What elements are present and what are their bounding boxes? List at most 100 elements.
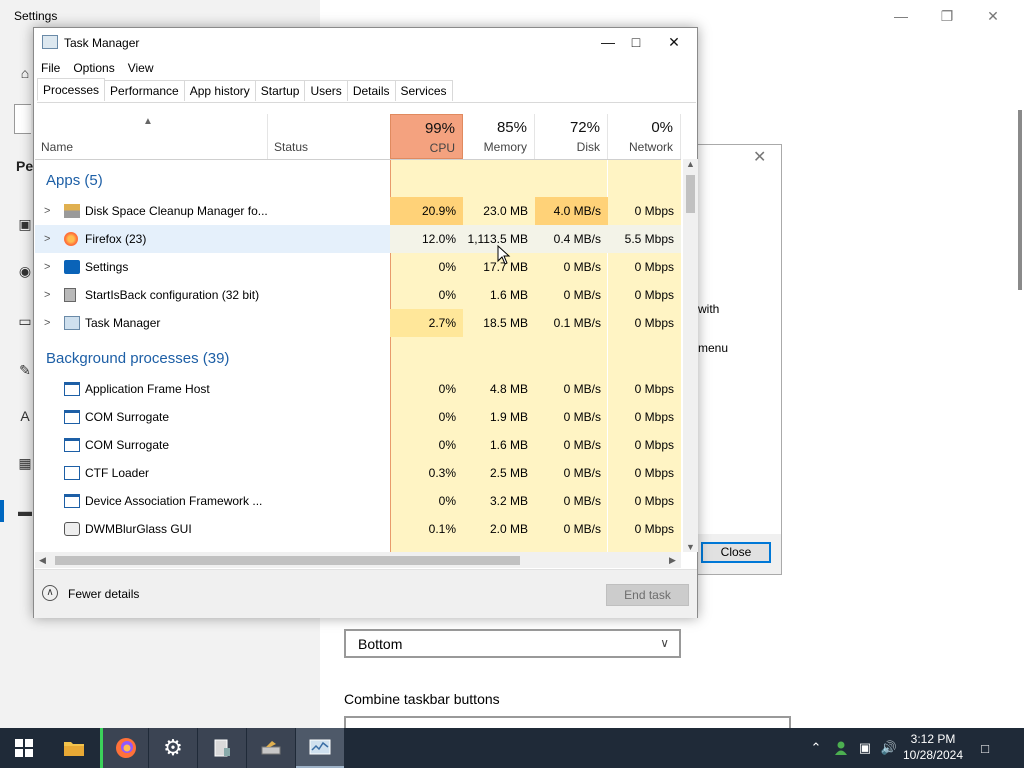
fewer-details-link[interactable]: Fewer details	[68, 587, 139, 601]
tab-services[interactable]: Services	[394, 80, 453, 101]
cpu-value: 0%	[438, 494, 456, 508]
process-table: ▲ Name Status 99% CPU 85% Memory 72% Dis…	[35, 114, 681, 552]
restore-icon[interactable]: ❐	[924, 4, 970, 28]
table-row[interactable]: Application Frame Host 0% 4.8 MB 0 MB/s 0 Mb…	[35, 375, 681, 403]
close-icon[interactable]: ✕	[970, 4, 1016, 28]
menu-file[interactable]: File	[34, 58, 66, 78]
column-name[interactable]: ▲ Name	[35, 114, 268, 159]
scroll-thumb[interactable]	[686, 175, 695, 213]
minimize-icon[interactable]: —	[878, 4, 924, 28]
green-tray-icon[interactable]	[832, 728, 850, 768]
network-label: Network	[628, 140, 673, 154]
process-name: StartIsBack configuration (32 bit)	[85, 288, 260, 302]
taskbar-location-dropdown[interactable]: Bottom ∨	[344, 629, 681, 658]
themes-icon[interactable]: ✎	[16, 362, 34, 378]
firefox-icon	[115, 738, 136, 758]
group-background[interactable]: Background processes (39)	[46, 345, 229, 373]
tab-performance[interactable]: Performance	[104, 80, 185, 101]
chevron-up-circle-icon[interactable]: ∧	[42, 585, 58, 601]
home-icon[interactable]: ⌂	[16, 65, 34, 81]
fonts-icon[interactable]: A	[16, 408, 34, 424]
footer: ∧ Fewer details End task	[34, 569, 697, 618]
memory-value: 4.8 MB	[489, 382, 528, 396]
hscroll-thumb[interactable]	[55, 556, 520, 565]
tab-processes[interactable]: Processes	[37, 78, 106, 101]
tab-startup[interactable]: Startup	[254, 80, 306, 101]
taskbar-settings-icon[interactable]: ▬	[16, 503, 34, 519]
close-icon[interactable]: ✕	[655, 28, 693, 58]
start-icon[interactable]: ▦	[16, 455, 34, 471]
mouse-pointer-icon	[497, 245, 511, 265]
settings-scrollbar[interactable]	[1016, 110, 1024, 290]
clock[interactable]: 3:12 PM 10/28/2024	[898, 731, 968, 763]
column-network[interactable]: 0% Network	[608, 114, 681, 159]
startisback-icon	[214, 739, 230, 757]
expand-chevron-icon[interactable]: >	[44, 253, 50, 281]
table-row[interactable]: > Settings 0% 17.7 MB 0 MB/s 0 Mbps	[35, 253, 681, 281]
table-row[interactable]: > Firefox (23) 12.0% 1,113.5 MB 0.4 MB/s 5.5 …	[35, 225, 681, 253]
process-name: Application Frame Host	[85, 382, 210, 396]
settings-search-input[interactable]	[14, 104, 31, 134]
scroll-down-icon[interactable]: ▼	[683, 542, 698, 552]
tab-users[interactable]: Users	[304, 80, 348, 101]
cpu-value: 2.7%	[390, 309, 463, 337]
table-row[interactable]: CTF Loader 0.3% 2.5 MB 0 MB/s 0 Mbps	[35, 459, 681, 487]
dialog-close-icon[interactable]: ✕	[753, 147, 766, 167]
dialog-close-button[interactable]: Close	[701, 542, 771, 563]
table-row[interactable]: > StartIsBack configuration (32 bit) 0% 1.6…	[35, 281, 681, 309]
tab-details[interactable]: Details	[346, 80, 396, 101]
file-explorer-button[interactable]	[50, 728, 98, 768]
chevron-up-icon[interactable]: ⌃	[808, 728, 824, 768]
process-name: CTF Loader	[85, 466, 150, 480]
cpu-value: 0.1%	[428, 522, 456, 536]
settings-taskbar-button[interactable]: ⚙	[149, 728, 197, 768]
firefox-taskbar-button[interactable]	[100, 728, 148, 768]
table-row[interactable]: > Task Manager 2.7% 18.5 MB 0.1 MB/s 0 Mbps	[35, 309, 681, 337]
disk-cleanup-taskbar-button[interactable]	[247, 728, 295, 768]
clock-date: 10/28/2024	[902, 748, 964, 762]
title-bar[interactable]: Task Manager — □ ✕	[34, 28, 697, 58]
colors-icon[interactable]: ◉	[16, 263, 34, 279]
column-disk[interactable]: 72% Disk	[535, 114, 608, 159]
column-cpu[interactable]: 99% CPU	[390, 114, 463, 159]
lock-screen-icon[interactable]: ▭	[16, 313, 34, 329]
disk-percent: 72%	[569, 119, 600, 136]
task-manager-taskbar-button[interactable]	[296, 728, 344, 768]
notifications-icon[interactable]: □	[974, 728, 996, 768]
process-name: COM Surrogate	[85, 410, 170, 424]
tab-app-history[interactable]: App history	[183, 80, 256, 101]
menu-view[interactable]: View	[121, 58, 160, 78]
table-row[interactable]: Device Association Framework ... 0% 3.2 MB…	[35, 487, 681, 515]
scroll-left-icon[interactable]: ◀	[39, 552, 46, 568]
group-apps[interactable]: Apps (5)	[46, 167, 103, 195]
maximize-icon[interactable]: □	[617, 28, 655, 58]
expand-chevron-icon[interactable]: >	[44, 225, 50, 253]
column-status[interactable]: Status	[268, 114, 390, 159]
disk-value: 0 MB/s	[563, 466, 601, 480]
startisback-taskbar-button[interactable]	[198, 728, 246, 768]
menu-options[interactable]: Options	[66, 58, 120, 78]
table-row[interactable]: DWMBlurGlass GUI 0.1% 2.0 MB 0 MB/s 0 Mbps	[35, 515, 681, 543]
network-icon[interactable]: ▣	[856, 728, 874, 768]
settings-window-title: Settings	[14, 9, 58, 23]
column-memory[interactable]: 85% Memory	[463, 114, 535, 159]
table-row[interactable]: COM Surrogate 0% 1.6 MB 0 MB/s 0 Mbps	[35, 431, 681, 459]
tab-bar: Processes Performance App history Startu…	[37, 78, 696, 103]
table-row[interactable]: > Disk Space Cleanup Manager fo... 20.9% 23…	[35, 197, 681, 225]
end-task-button[interactable]: End task	[606, 584, 689, 606]
table-row[interactable]: COM Surrogate 0% 1.9 MB 0 MB/s 0 Mbps	[35, 403, 681, 431]
settings-gear-icon: ⚙	[163, 735, 183, 760]
start-button[interactable]	[0, 728, 48, 768]
vertical-scrollbar[interactable]: ▲ ▼	[683, 159, 698, 552]
disk-value: 0 MB/s	[563, 438, 601, 452]
volume-icon[interactable]: 🔊	[880, 728, 898, 768]
expand-chevron-icon[interactable]: >	[44, 281, 50, 309]
cpu-value: 0%	[438, 438, 456, 452]
scroll-right-icon[interactable]: ▶	[669, 552, 676, 568]
expand-chevron-icon[interactable]: >	[44, 197, 50, 225]
process-name: Disk Space Cleanup Manager fo...	[85, 204, 268, 218]
expand-chevron-icon[interactable]: >	[44, 309, 50, 337]
scroll-up-icon[interactable]: ▲	[683, 159, 698, 169]
horizontal-scrollbar[interactable]: ◀ ▶	[35, 552, 681, 568]
background-icon[interactable]: ▣	[16, 216, 34, 232]
